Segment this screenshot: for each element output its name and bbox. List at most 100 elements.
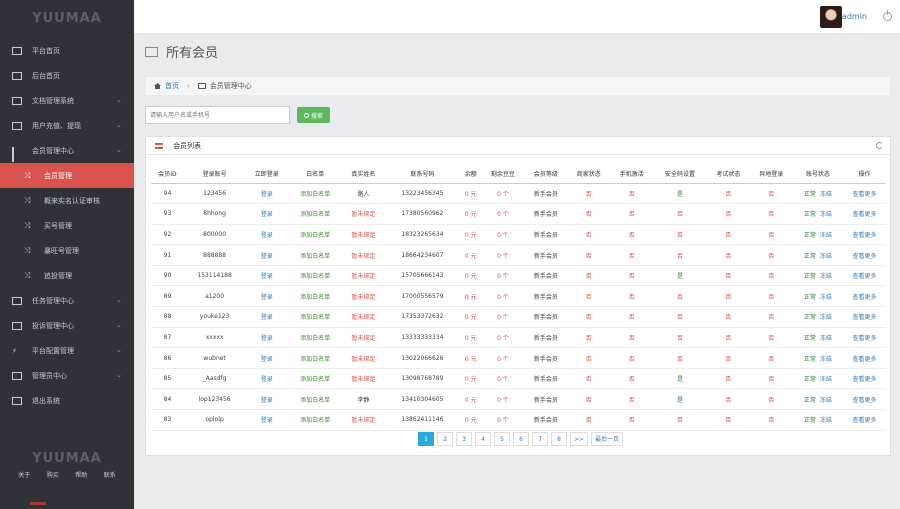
sidebar-item[interactable]: 用户充值、提现 ⌄ — [0, 113, 134, 138]
login-link[interactable]: 登录 — [261, 397, 273, 404]
search-button[interactable]: 搜索 — [297, 107, 330, 123]
search-input[interactable] — [145, 106, 290, 124]
login-link[interactable]: 登录 — [261, 314, 273, 321]
page-button[interactable]: 3 — [456, 432, 472, 446]
sidebar-item[interactable]: 管理员中心 ⌄ — [0, 363, 134, 388]
login-link[interactable]: 登录 — [261, 417, 273, 424]
page-button[interactable]: 最后一页 — [591, 432, 624, 446]
add-whitelist-link[interactable]: 添加白名单 — [300, 211, 330, 218]
avatar[interactable] — [820, 6, 842, 28]
view-more-link[interactable]: 查看更多 — [852, 314, 876, 321]
freeze-link[interactable]: 冻结 — [820, 397, 832, 404]
freeze-link[interactable]: 冻结 — [820, 314, 832, 321]
add-whitelist-link[interactable]: 添加白名单 — [300, 335, 330, 342]
freeze-link[interactable]: 冻结 — [820, 273, 832, 280]
account-status: 正常 — [803, 417, 816, 425]
login-link[interactable]: 登录 — [261, 376, 273, 383]
sidebar-item[interactable]: ⤨ 暴旺号管理 — [0, 238, 134, 263]
login-link[interactable]: 登录 — [261, 294, 273, 301]
view-more-link[interactable]: 查看更多 — [852, 253, 876, 260]
login-link[interactable]: 登录 — [261, 356, 273, 363]
add-whitelist-link[interactable]: 添加白名单 — [300, 232, 330, 239]
freeze-link[interactable]: 冻结 — [820, 294, 832, 301]
real-name: 暂未绑定 — [351, 355, 376, 363]
add-whitelist-link[interactable]: 添加白名单 — [300, 253, 330, 260]
sidebar-item[interactable]: 文档管理系统 ⌄ — [0, 88, 134, 113]
page-button[interactable]: 2 — [437, 432, 453, 446]
login-link[interactable]: 登录 — [261, 232, 273, 239]
table-cell: 否 — [653, 347, 707, 369]
sidebar-item[interactable]: ⤨ 概来实名认证审核 — [0, 188, 134, 213]
view-more-link[interactable]: 查看更多 — [852, 417, 876, 424]
add-whitelist-link[interactable]: 添加白名单 — [300, 397, 330, 404]
username-link[interactable]: admin — [842, 12, 867, 21]
table-row: 94 123456 登录 添加白名单 路人 13223456345 0 元 0 个 新手会员 否 否… — [151, 183, 886, 205]
breadcrumb-home[interactable]: 首页 — [165, 81, 179, 91]
status-flag: 否 — [768, 314, 775, 322]
freeze-link[interactable]: 冻结 — [820, 211, 832, 218]
freeze-link[interactable]: 冻结 — [820, 232, 832, 239]
login-link[interactable]: 登录 — [261, 335, 273, 342]
page-button[interactable]: 8 — [551, 432, 567, 446]
add-whitelist-link[interactable]: 添加白名单 — [300, 314, 330, 321]
footer-link[interactable]: 购买 — [47, 470, 59, 479]
sidebar-item[interactable]: 后台首页 — [0, 63, 134, 88]
sidebar-item-label: 退出系统 — [32, 396, 60, 405]
sidebar-item[interactable]: 任务管理中心 ⌄ — [0, 288, 134, 313]
sidebar-item[interactable]: 退出系统 — [0, 388, 134, 413]
sidebar-item[interactable]: ⤨ 买号管理 — [0, 213, 134, 238]
freeze-link[interactable]: 冻结 — [820, 335, 832, 342]
refresh-icon[interactable] — [876, 142, 883, 149]
page-button[interactable]: 6 — [513, 432, 529, 446]
add-whitelist-link[interactable]: 添加白名单 — [300, 191, 330, 198]
footer-link[interactable]: 联系 — [104, 470, 116, 479]
view-more-link[interactable]: 查看更多 — [852, 335, 876, 342]
login-link[interactable]: 登录 — [261, 273, 273, 280]
view-more-link[interactable]: 查看更多 — [852, 356, 876, 363]
power-icon[interactable] — [883, 10, 892, 21]
sidebar-item[interactable]: ⚡ 平台配置管理 ⌄ — [0, 338, 134, 363]
member-id: 90 — [163, 272, 172, 280]
footer-link[interactable]: 帮助 — [75, 470, 87, 479]
sidebar-item[interactable]: 投诉管理中心 ⌄ — [0, 313, 134, 338]
login-link[interactable]: 登录 — [261, 211, 273, 218]
view-more-link[interactable]: 查看更多 — [852, 273, 876, 280]
login-link[interactable]: 登录 — [261, 191, 273, 198]
account-status: 正常 — [803, 396, 816, 404]
column-header: 异地登录 — [749, 164, 793, 184]
view-more-link[interactable]: 查看更多 — [852, 232, 876, 239]
table-cell: 0 个 — [481, 306, 525, 328]
breadcrumb-current: 会员管理中心 — [209, 82, 252, 90]
page-button[interactable]: 7 — [532, 432, 548, 446]
sidebar-item[interactable]: ⤨ 追投管理 — [0, 263, 134, 288]
view-more-link[interactable]: 查看更多 — [852, 191, 876, 198]
sidebar-item[interactable]: 平台首页 — [0, 38, 134, 63]
add-whitelist-link[interactable]: 添加白名单 — [300, 356, 330, 363]
freeze-link[interactable]: 冻结 — [820, 253, 832, 260]
member-id: 88 — [163, 313, 172, 321]
add-whitelist-link[interactable]: 添加白名单 — [300, 294, 330, 301]
add-whitelist-link[interactable]: 添加白名单 — [300, 376, 330, 383]
view-more-link[interactable]: 查看更多 — [852, 294, 876, 301]
page-button[interactable]: 5 — [494, 432, 510, 446]
login-link[interactable]: 登录 — [261, 253, 273, 260]
freeze-link[interactable]: 冻结 — [820, 417, 832, 424]
freeze-link[interactable]: 冻结 — [820, 376, 832, 383]
freeze-link[interactable]: 冻结 — [820, 191, 832, 198]
add-whitelist-link[interactable]: 添加白名单 — [300, 273, 330, 280]
view-more-link[interactable]: 查看更多 — [852, 397, 876, 404]
footer-link[interactable]: 关于 — [18, 470, 30, 479]
view-more-link[interactable]: 查看更多 — [852, 376, 876, 383]
sidebar-item[interactable]: 会员管理中心 ⌄ — [0, 138, 134, 163]
sidebar-item[interactable]: ⤨ 会员管理 — [0, 163, 134, 188]
table-cell: 90 — [151, 265, 184, 287]
view-more-link[interactable]: 查看更多 — [852, 211, 876, 218]
table-cell: 正常 冻结 — [792, 203, 843, 225]
phone-number: 17353372632 — [401, 313, 444, 321]
page-button[interactable]: 4 — [475, 432, 491, 446]
table-cell: 0 个 — [481, 183, 525, 205]
add-whitelist-link[interactable]: 添加白名单 — [300, 417, 330, 424]
page-button[interactable]: 1 — [418, 432, 434, 446]
freeze-link[interactable]: 冻结 — [820, 356, 832, 363]
page-button[interactable]: >> — [570, 432, 589, 446]
